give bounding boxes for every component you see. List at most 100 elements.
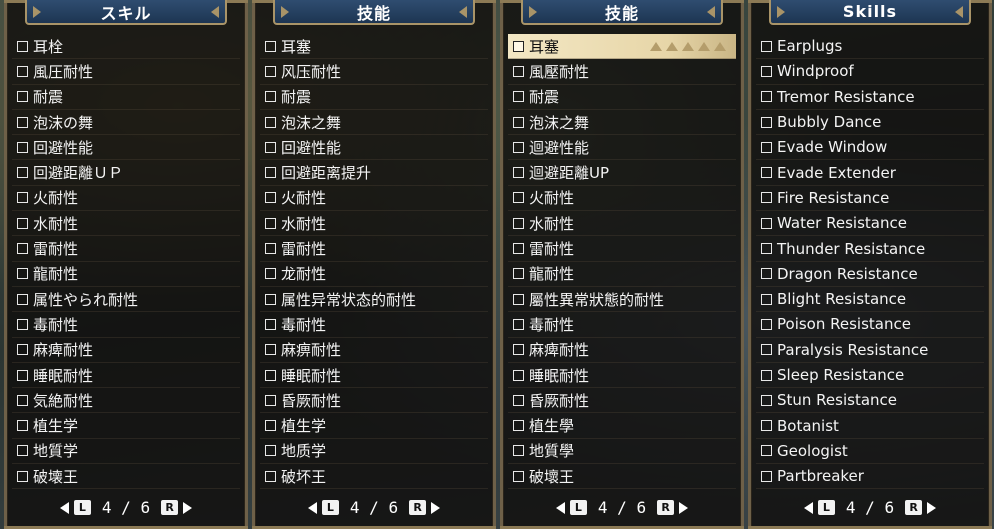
skill-row[interactable]: 風壓耐性 bbox=[508, 59, 736, 85]
checkbox-icon[interactable] bbox=[17, 141, 28, 153]
skill-row[interactable]: 火耐性 bbox=[260, 186, 488, 212]
skill-row[interactable]: 植生学 bbox=[260, 413, 488, 439]
checkbox-icon[interactable] bbox=[17, 394, 28, 406]
checkbox-icon[interactable] bbox=[513, 420, 524, 432]
skill-row[interactable]: 水耐性 bbox=[260, 211, 488, 237]
skill-row[interactable]: 龙耐性 bbox=[260, 262, 488, 287]
arrow-right-icon[interactable] bbox=[183, 501, 193, 514]
skill-row[interactable]: 地質学 bbox=[12, 439, 240, 465]
checkbox-icon[interactable] bbox=[513, 65, 524, 77]
checkbox-icon[interactable] bbox=[513, 470, 524, 482]
checkbox-icon[interactable] bbox=[513, 243, 524, 255]
checkbox-icon[interactable] bbox=[265, 420, 276, 432]
skill-row[interactable]: 迴避距離UP bbox=[508, 160, 736, 186]
checkbox-icon[interactable] bbox=[265, 192, 276, 204]
skill-row[interactable]: 耳栓 bbox=[12, 34, 240, 60]
skill-row[interactable]: Sleep Resistance bbox=[756, 363, 984, 389]
checkbox-icon[interactable] bbox=[761, 445, 772, 457]
checkbox-icon[interactable] bbox=[513, 217, 524, 229]
arrow-right-icon[interactable] bbox=[679, 501, 689, 514]
skill-row[interactable]: 回避距離ＵＰ bbox=[12, 160, 240, 186]
checkbox-icon[interactable] bbox=[761, 394, 772, 406]
checkbox-icon[interactable] bbox=[513, 369, 524, 381]
checkbox-icon[interactable] bbox=[761, 116, 772, 128]
checkbox-icon[interactable] bbox=[17, 318, 28, 330]
skill-row[interactable]: 地質學 bbox=[508, 439, 736, 465]
skill-row[interactable]: 耳塞 bbox=[508, 34, 736, 60]
skill-row[interactable]: 地质学 bbox=[260, 439, 488, 465]
skill-row[interactable]: Partbreaker bbox=[756, 464, 984, 490]
arrow-left-icon[interactable] bbox=[803, 501, 813, 514]
skill-row[interactable]: 屬性異常狀態的耐性 bbox=[508, 287, 736, 313]
checkbox-icon[interactable] bbox=[265, 318, 276, 330]
skill-row[interactable]: 属性やられ耐性 bbox=[12, 287, 240, 313]
arrow-left-icon[interactable] bbox=[555, 501, 565, 514]
skill-row[interactable]: 耐震 bbox=[12, 85, 240, 110]
skill-row[interactable]: 雷耐性 bbox=[508, 236, 736, 262]
skill-row[interactable]: 毒耐性 bbox=[260, 312, 488, 338]
checkbox-icon[interactable] bbox=[17, 470, 28, 482]
checkbox-icon[interactable] bbox=[761, 369, 772, 381]
skill-row[interactable]: 泡沫の舞 bbox=[12, 110, 240, 136]
checkbox-icon[interactable] bbox=[513, 141, 524, 153]
checkbox-icon[interactable] bbox=[513, 116, 524, 128]
skill-row[interactable]: Geologist bbox=[756, 439, 984, 465]
skill-row[interactable]: 耐震 bbox=[260, 85, 488, 110]
skill-row[interactable]: 昏厥耐性 bbox=[260, 388, 488, 414]
arrow-right-icon[interactable] bbox=[927, 501, 937, 514]
skill-row[interactable]: Tremor Resistance bbox=[756, 85, 984, 110]
skill-row[interactable]: 睡眠耐性 bbox=[508, 363, 736, 389]
checkbox-icon[interactable] bbox=[265, 268, 276, 280]
checkbox-icon[interactable] bbox=[761, 40, 772, 52]
l-button-icon[interactable]: L bbox=[321, 500, 339, 515]
skill-row[interactable]: 破坏王 bbox=[260, 464, 488, 490]
checkbox-icon[interactable] bbox=[513, 268, 524, 280]
checkbox-icon[interactable] bbox=[265, 217, 276, 229]
checkbox-icon[interactable] bbox=[265, 40, 276, 52]
skill-row[interactable]: 回避性能 bbox=[260, 135, 488, 161]
checkbox-icon[interactable] bbox=[17, 65, 28, 77]
checkbox-icon[interactable] bbox=[513, 318, 524, 330]
checkbox-icon[interactable] bbox=[265, 470, 276, 482]
r-button-icon[interactable]: R bbox=[905, 500, 923, 515]
skill-row[interactable]: 破壞王 bbox=[508, 464, 736, 490]
skill-row[interactable]: 泡沫之舞 bbox=[508, 110, 736, 136]
skill-row[interactable]: 水耐性 bbox=[508, 211, 736, 237]
skill-row[interactable]: Botanist bbox=[756, 413, 984, 439]
skill-row[interactable]: 雷耐性 bbox=[12, 236, 240, 262]
checkbox-icon[interactable] bbox=[513, 40, 524, 52]
skill-row[interactable]: Water Resistance bbox=[756, 211, 984, 237]
skill-row[interactable]: 回避距离提升 bbox=[260, 160, 488, 186]
checkbox-icon[interactable] bbox=[761, 293, 772, 305]
skill-row[interactable]: 植生學 bbox=[508, 413, 736, 439]
arrow-left-icon[interactable] bbox=[59, 501, 69, 514]
checkbox-icon[interactable] bbox=[513, 344, 524, 356]
checkbox-icon[interactable] bbox=[17, 91, 28, 103]
checkbox-icon[interactable] bbox=[17, 420, 28, 432]
checkbox-icon[interactable] bbox=[761, 318, 772, 330]
checkbox-icon[interactable] bbox=[265, 243, 276, 255]
checkbox-icon[interactable] bbox=[17, 40, 28, 52]
checkbox-icon[interactable] bbox=[17, 243, 28, 255]
arrow-right-icon[interactable] bbox=[431, 501, 441, 514]
checkbox-icon[interactable] bbox=[513, 445, 524, 457]
checkbox-icon[interactable] bbox=[265, 167, 276, 179]
skill-row[interactable]: 風圧耐性 bbox=[12, 59, 240, 85]
checkbox-icon[interactable] bbox=[265, 116, 276, 128]
checkbox-icon[interactable] bbox=[17, 217, 28, 229]
skill-row[interactable]: Windproof bbox=[756, 59, 984, 85]
l-button-icon[interactable]: L bbox=[817, 500, 835, 515]
skill-row[interactable]: Bubbly Dance bbox=[756, 110, 984, 136]
checkbox-icon[interactable] bbox=[761, 192, 772, 204]
skill-row[interactable]: Stun Resistance bbox=[756, 388, 984, 414]
skill-row[interactable]: 属性异常状态的耐性 bbox=[260, 287, 488, 313]
skill-row[interactable]: 火耐性 bbox=[508, 186, 736, 212]
l-button-icon[interactable]: L bbox=[73, 500, 91, 515]
checkbox-icon[interactable] bbox=[513, 192, 524, 204]
skill-row[interactable]: 水耐性 bbox=[12, 211, 240, 237]
skill-row[interactable]: 麻痺耐性 bbox=[12, 338, 240, 363]
skill-row[interactable]: Poison Resistance bbox=[756, 312, 984, 338]
checkbox-icon[interactable] bbox=[761, 344, 772, 356]
checkbox-icon[interactable] bbox=[513, 394, 524, 406]
checkbox-icon[interactable] bbox=[265, 141, 276, 153]
